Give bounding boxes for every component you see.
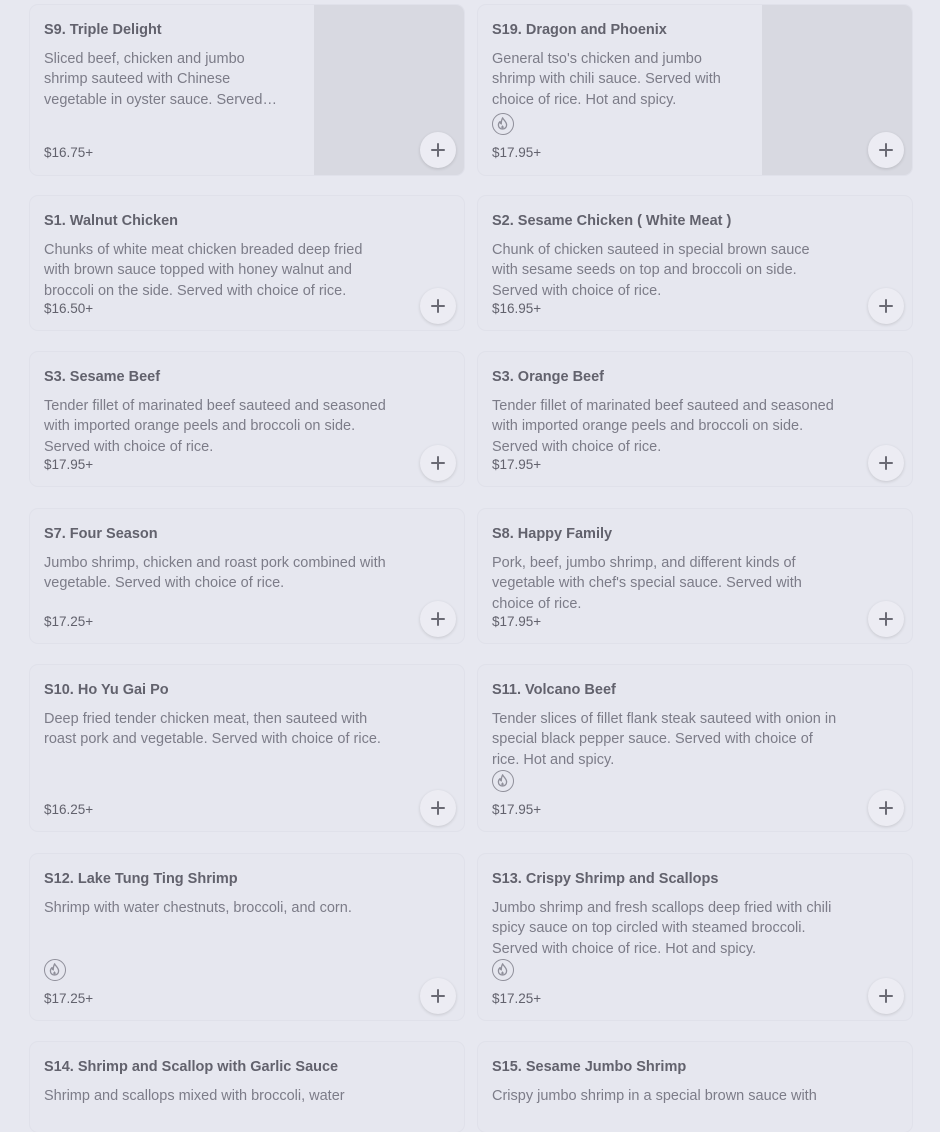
- menu-item-description: Pork, beef, jumbo shrimp, and different …: [492, 555, 802, 612]
- menu-item-card[interactable]: S13. Crispy Shrimp and Scallops Jumbo shr…: [478, 854, 912, 1020]
- menu-item-description: Sliced beef, chicken and jumbo shrimp sa…: [44, 51, 263, 108]
- menu-item-name: S1. Walnut Chicken: [44, 213, 179, 229]
- menu-item-name: S7. Four Season: [44, 526, 158, 542]
- menu-item-price: $17.25+: [44, 614, 94, 629]
- menu-item-description: Tender fillet of marinated beef sauteed …: [492, 398, 834, 455]
- spicy-icon: [492, 113, 514, 135]
- menu-item-name: S12. Lake Tung Ting Shrimp: [44, 871, 238, 887]
- menu-item-name: S10. Ho Yu Gai Po: [44, 682, 169, 698]
- menu-item-description: Jumbo shrimp, chicken and roast pork com…: [44, 555, 386, 592]
- menu-item-name: S19. Dragon and Phoenix: [492, 22, 667, 38]
- menu-item-card[interactable]: S15. Sesame Jumbo Shrimp Crispy jumbo shr…: [478, 1042, 912, 1132]
- menu-item-name: S2. Sesame Chicken ( White Meat ): [492, 213, 732, 229]
- menu-item-price: $16.95+: [492, 301, 542, 316]
- menu-item-card[interactable]: S2. Sesame Chicken ( White Meat ) Chunk o…: [478, 196, 912, 330]
- menu-item-price: $16.75+: [44, 145, 94, 160]
- menu-item-card[interactable]: S9. Triple Delight Sliced beef, chicken a…: [30, 5, 464, 175]
- menu-item-card[interactable]: S1. Walnut Chicken Chunks of white meat c…: [30, 196, 464, 330]
- menu-item-description: Tender slices of fillet flank steak saut…: [492, 711, 837, 768]
- menu-item-name: S15. Sesame Jumbo Shrimp: [492, 1059, 687, 1075]
- menu-item-card[interactable]: S12. Lake Tung Ting Shrimp Shrimp with wa…: [30, 854, 464, 1020]
- add-to-cart-button[interactable]: [420, 445, 456, 481]
- menu-item-card[interactable]: S14. Shrimp and Scallop with Garlic Sauc…: [30, 1042, 464, 1132]
- menu-item-card[interactable]: S19. Dragon and Phoenix General tso's chi…: [478, 5, 912, 175]
- menu-item-name: S14. Shrimp and Scallop with Garlic Sauc…: [44, 1059, 339, 1075]
- menu-item-price: $16.25+: [44, 802, 94, 817]
- menu-item-description: Chunks of white meat chicken breaded dee…: [44, 242, 363, 299]
- menu-item-description: Crispy jumbo shrimp in a special brown s…: [492, 1088, 817, 1104]
- menu-item-name: S11. Volcano Beef: [492, 682, 616, 698]
- menu-item-description: Shrimp and scallops mixed with broccoli,…: [44, 1088, 345, 1104]
- menu-item-card[interactable]: S11. Volcano Beef Tender slices of fillet…: [478, 665, 912, 831]
- menu-item-name: S3. Sesame Beef: [44, 369, 161, 385]
- add-to-cart-button[interactable]: [420, 132, 456, 168]
- menu-item-card[interactable]: S3. Orange Beef Tender fillet of marinate…: [478, 352, 912, 486]
- add-to-cart-button[interactable]: [868, 978, 904, 1014]
- add-to-cart-button[interactable]: [868, 132, 904, 168]
- menu-item-name: S3. Orange Beef: [492, 369, 605, 385]
- add-to-cart-button[interactable]: [868, 288, 904, 324]
- menu-item-card[interactable]: S7. Four Season Jumbo shrimp, chicken and…: [30, 509, 464, 643]
- menu-item-card[interactable]: S8. Happy Family Pork, beef, jumbo shrimp…: [478, 509, 912, 643]
- menu-item-price: $17.25+: [492, 991, 542, 1006]
- menu-item-description: Deep fried tender chicken meat, then sau…: [44, 711, 381, 748]
- menu-item-description: Tender fillet of marinated beef sauteed …: [44, 398, 386, 455]
- menu-item-price: $17.95+: [492, 145, 542, 160]
- menu-item-name: S13. Crispy Shrimp and Scallops: [492, 871, 719, 887]
- add-to-cart-button[interactable]: [868, 790, 904, 826]
- menu-item-price: $16.50+: [44, 301, 94, 316]
- add-to-cart-button[interactable]: [420, 978, 456, 1014]
- menu-item-price: $17.95+: [492, 457, 542, 472]
- menu-item-price: $17.95+: [492, 802, 542, 817]
- menu-item-name: S8. Happy Family: [492, 526, 613, 542]
- add-to-cart-button[interactable]: [868, 445, 904, 481]
- add-to-cart-button[interactable]: [868, 601, 904, 637]
- menu-item-name: S9. Triple Delight: [44, 22, 162, 38]
- spicy-icon: [44, 959, 66, 981]
- menu-item-price: $17.25+: [44, 991, 94, 1006]
- menu-item-price: $17.95+: [492, 614, 542, 629]
- menu-item-card[interactable]: S3. Sesame Beef Tender fillet of marinate…: [30, 352, 464, 486]
- menu-item-description: Chunk of chicken sauteed in special brow…: [492, 242, 810, 299]
- menu-item-card[interactable]: S10. Ho Yu Gai Po Deep fried tender chick…: [30, 665, 464, 831]
- add-to-cart-button[interactable]: [420, 790, 456, 826]
- add-to-cart-button[interactable]: [420, 288, 456, 324]
- menu-item-price: $17.95+: [44, 457, 94, 472]
- menu-item-description: General tso's chicken and jumbo shrimp w…: [492, 51, 721, 108]
- spicy-icon: [492, 770, 514, 792]
- menu-item-description: Shrimp with water chestnuts, broccoli, a…: [44, 900, 352, 916]
- menu-item-description: Jumbo shrimp and fresh scallops deep fri…: [492, 900, 832, 957]
- spicy-icon: [492, 959, 514, 981]
- add-to-cart-button[interactable]: [420, 601, 456, 637]
- menu-item-grid: S9. Triple Delight Sliced beef, chicken a…: [0, 0, 940, 1132]
